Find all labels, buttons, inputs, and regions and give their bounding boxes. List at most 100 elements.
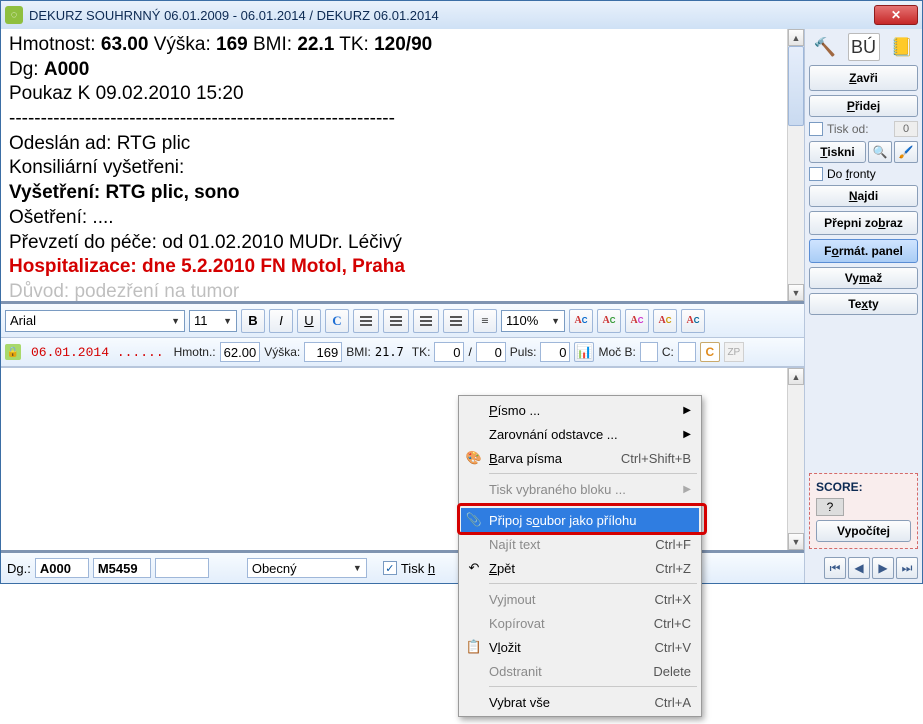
line-odeslan: Odeslán ad: RTG plic: [9, 132, 796, 157]
bullets-button[interactable]: ≡: [473, 309, 497, 333]
value-vyska: 169: [216, 34, 248, 55]
menu-barva-pisma[interactable]: 🎨 Barva písmaCtrl+Shift+B: [461, 446, 699, 470]
vymaz-button[interactable]: Vymaž: [809, 267, 918, 289]
pridej-button[interactable]: Přidej: [809, 95, 918, 117]
right-toolbar: 🔨 BÚ 📒 Zavři Přidej Tisk od: 0 Tiskni 🔍 …: [804, 29, 922, 583]
prepni-zobraz-button[interactable]: Přepni zobraz: [809, 211, 918, 235]
window-title: DEKURZ SOUHRNNÝ 06.01.2009 - 06.01.2014 …: [29, 8, 439, 23]
menu-separator: [489, 473, 697, 474]
input-c[interactable]: [678, 342, 696, 362]
lock-icon[interactable]: 🔒: [5, 344, 21, 360]
scroll-up-icon[interactable]: ▲: [788, 29, 804, 46]
notebook-icon[interactable]: 📒: [886, 33, 918, 61]
scroll-down-icon[interactable]: ▼: [788, 284, 804, 301]
tisk-h-checkbox[interactable]: ✓: [383, 561, 397, 575]
text-color-4-button[interactable]: AC: [653, 309, 677, 333]
underline-button[interactable]: U: [297, 309, 321, 333]
menu-zpet[interactable]: ↶ ZpětCtrl+Z: [461, 556, 699, 580]
input-vyska[interactable]: 169: [304, 342, 342, 362]
menu-vlozit[interactable]: 📋 VložitCtrl+V: [461, 635, 699, 659]
app-icon: ◌: [5, 6, 23, 24]
zoom-combo[interactable]: 110%▼: [501, 310, 565, 332]
vitals-toolbar: 🔒 06.01.2014 ...... Hmotn.: 62.00 Výška:…: [1, 338, 804, 368]
hammer-icon[interactable]: 🔨: [809, 33, 841, 61]
doc-scrollbar[interactable]: ▲ ▼: [787, 29, 804, 301]
menu-pismo[interactable]: Písmo ...▶: [461, 398, 699, 422]
value-dg: A000: [44, 59, 89, 80]
font-family-combo[interactable]: Arial▼: [5, 310, 185, 332]
align-right-button[interactable]: [413, 309, 439, 333]
nav-prev-button[interactable]: ◀: [848, 557, 870, 579]
tisk-od-value[interactable]: 0: [894, 121, 918, 137]
tisk-h-label: Tisk h: [401, 561, 435, 576]
scroll-thumb[interactable]: [788, 46, 804, 126]
texty-button[interactable]: Texty: [809, 293, 918, 315]
input-dg3[interactable]: [155, 558, 209, 578]
italic-button[interactable]: I: [269, 309, 293, 333]
editor-scrollbar[interactable]: ▲ ▼: [787, 368, 804, 550]
document-viewport: Hmotnost: 63.00 Výška: 169 BMI: 22.1 TK:…: [1, 29, 804, 304]
label-bmi: BMI:: [253, 34, 297, 55]
tisk-od-row: Tisk od: 0: [809, 121, 918, 137]
editor-scroll-up-icon[interactable]: ▲: [788, 368, 804, 385]
nav-next-button[interactable]: ▶: [872, 557, 894, 579]
font-color-button[interactable]: C: [325, 309, 349, 333]
input-tk2[interactable]: 0: [476, 342, 506, 362]
align-center-button[interactable]: [383, 309, 409, 333]
value-tk: 120/90: [374, 34, 432, 55]
vypocitej-button[interactable]: Vypočítej: [816, 520, 911, 542]
document-content[interactable]: Hmotnost: 63.00 Výška: 169 BMI: 22.1 TK:…: [1, 29, 804, 304]
text-color-3-button[interactable]: AC: [625, 309, 649, 333]
line-prevzeti: Převzetí do péče: od 01.02.2010 MUDr. Lé…: [9, 231, 796, 256]
input-hmotn[interactable]: 62.00: [220, 342, 261, 362]
label-bmi2: BMI:: [346, 345, 371, 359]
font-size-combo[interactable]: 11▼: [189, 310, 237, 332]
text-color-5-button[interactable]: AC: [681, 309, 705, 333]
menu-odstranit: OdstranitDelete: [461, 659, 699, 683]
tiskni-button[interactable]: Tiskni: [809, 141, 866, 163]
line-osetreni: Ošetření: ....: [9, 206, 796, 231]
score-value: ?: [816, 498, 844, 516]
line-vysetreni: Vyšetření: RTG plic, sono: [9, 182, 240, 203]
format-panel-button[interactable]: Formát. panel: [809, 239, 918, 263]
input-dg1[interactable]: A000: [35, 558, 89, 578]
context-menu: Písmo ...▶ Zarovnání odstavce ...▶ 🎨 Bar…: [458, 395, 702, 717]
najdi-button[interactable]: Najdi: [809, 185, 918, 207]
input-tk1[interactable]: 0: [434, 342, 464, 362]
bu-button[interactable]: BÚ: [848, 33, 880, 61]
menu-vybrat-vse[interactable]: Vybrat všeCtrl+A: [461, 690, 699, 714]
do-fronty-checkbox[interactable]: [809, 167, 823, 181]
value-bmi2: 21.7: [375, 345, 404, 359]
tisk-od-label: Tisk od:: [827, 122, 869, 136]
align-left-button[interactable]: [353, 309, 379, 333]
input-puls[interactable]: 0: [540, 342, 570, 362]
menu-tisk-bloku: Tisk vybraného bloku ...▶: [461, 477, 699, 501]
input-dg2[interactable]: M5459: [93, 558, 151, 578]
menu-zarovnani[interactable]: Zarovnání odstavce ...▶: [461, 422, 699, 446]
nav-last-button[interactable]: ⏭: [896, 557, 918, 579]
zavri-button[interactable]: Zavři: [809, 65, 918, 91]
tisk-od-checkbox[interactable]: [809, 122, 823, 136]
align-justify-button[interactable]: [443, 309, 469, 333]
chart-icon[interactable]: 📊: [574, 342, 594, 362]
label-puls: Puls:: [510, 345, 537, 359]
label-tk2: TK:: [412, 345, 431, 359]
text-color-2-button[interactable]: AC: [597, 309, 621, 333]
menu-pripoj-soubor[interactable]: 📎 Připoj soubor jako přílohu: [461, 508, 699, 532]
type-combo[interactable]: Obecný▼: [247, 558, 367, 578]
c-button[interactable]: C: [700, 342, 720, 362]
label-vyska2: Výška:: [264, 345, 300, 359]
preview-icon[interactable]: 🔍: [868, 141, 892, 163]
tk-slash: /: [468, 345, 471, 359]
do-fronty-label: Do fronty: [827, 167, 876, 181]
menu-separator: [489, 504, 697, 505]
bold-button[interactable]: B: [241, 309, 265, 333]
editor-scroll-down-icon[interactable]: ▼: [788, 533, 804, 550]
nav-first-button[interactable]: ⏮: [824, 557, 846, 579]
brush-icon[interactable]: 🖌️: [894, 141, 918, 163]
close-window-button[interactable]: ✕: [874, 5, 918, 25]
font-family-value: Arial: [10, 313, 36, 328]
text-color-1-button[interactable]: AC: [569, 309, 593, 333]
input-mocb[interactable]: [640, 342, 658, 362]
label-dg: Dg:: [9, 59, 44, 80]
